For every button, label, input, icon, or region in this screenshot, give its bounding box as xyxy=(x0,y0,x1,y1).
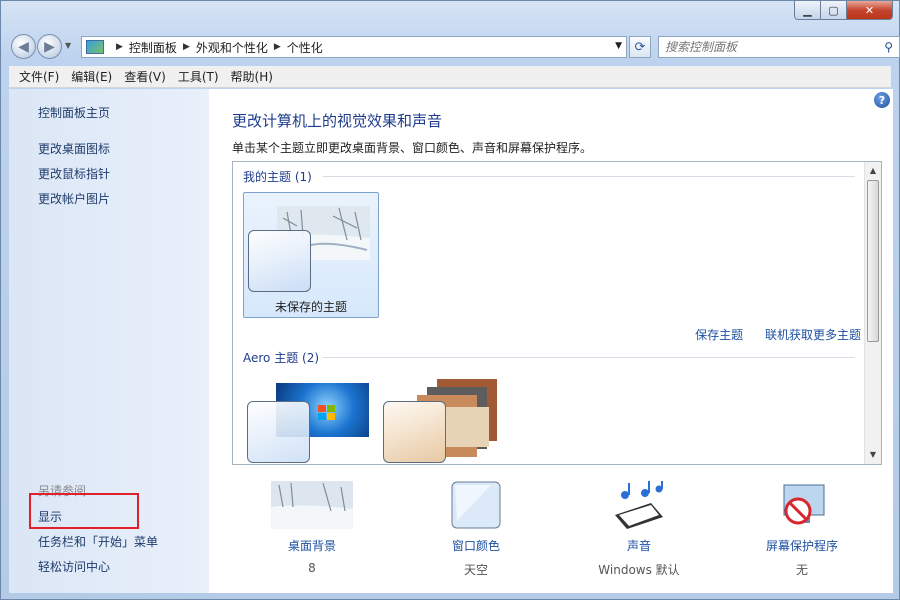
theme-tile-unsaved[interactable]: 未保存的主题 xyxy=(243,192,379,318)
chevron-right-icon[interactable]: ▶ xyxy=(274,42,281,52)
menu-view[interactable]: 查看(V) xyxy=(118,68,172,85)
theme-tile-windows7[interactable] xyxy=(243,373,379,464)
window-color-swatch xyxy=(383,401,446,463)
link-display[interactable]: 显示 xyxy=(38,508,62,525)
sounds-icon xyxy=(559,481,719,531)
link-ease-of-access[interactable]: 轻松访问中心 xyxy=(38,558,110,575)
scroll-up-icon[interactable]: ▲ xyxy=(865,163,881,179)
aero-themes-heading: Aero 主题 (2) xyxy=(243,351,320,365)
desktop-background-icon xyxy=(232,481,392,531)
control-panel-icon xyxy=(86,40,104,54)
window-color-swatch xyxy=(248,230,311,292)
chevron-right-icon[interactable]: ▶ xyxy=(183,42,190,52)
breadcrumb-control-panel[interactable]: 控制面板 xyxy=(129,39,177,56)
sounds-setting[interactable]: 声音 Windows 默认 xyxy=(559,481,719,578)
arrow-left-icon: ◀ xyxy=(18,38,29,55)
scrollbar-thumb[interactable] xyxy=(867,180,879,342)
close-button[interactable]: ✕ xyxy=(847,1,893,20)
arrow-right-icon: ▶ xyxy=(44,38,55,55)
link-change-mouse-pointers[interactable]: 更改鼠标指针 xyxy=(38,165,110,182)
setting-value: 无 xyxy=(795,563,808,577)
menu-bar: 文件(F) 编辑(E) 查看(V) 工具(T) 帮助(H) xyxy=(9,66,891,88)
window-controls: ▁ ▢ ✕ xyxy=(794,1,893,20)
my-themes-heading: 我的主题 (1) xyxy=(243,170,312,184)
setting-name[interactable]: 窗口颜色 xyxy=(396,537,556,554)
menu-help[interactable]: 帮助(H) xyxy=(225,68,279,85)
no-screensaver-icon xyxy=(783,484,825,525)
glass-swatch-icon xyxy=(451,481,501,529)
menu-file[interactable]: 文件(F) xyxy=(13,68,65,85)
link-taskbar-start-menu[interactable]: 任务栏和「开始」菜单 xyxy=(38,533,158,550)
link-control-panel-home[interactable]: 控制面板主页 xyxy=(38,104,110,121)
back-button[interactable]: ◀ xyxy=(11,34,36,59)
minimize-button[interactable]: ▁ xyxy=(794,1,821,20)
task-pane: 控制面板主页 更改桌面图标 更改鼠标指针 更改帐户图片 另请参阅 显示 任务栏和… xyxy=(9,89,209,593)
address-dropdown-icon[interactable]: ▼ xyxy=(615,41,622,51)
address-bar[interactable]: ▶ 控制面板 ▶ 外观和个性化 ▶ 个性化 ▼ xyxy=(81,36,627,58)
setting-name[interactable]: 桌面背景 xyxy=(232,537,392,554)
refresh-icon: ⟳ xyxy=(634,39,646,55)
window-color-swatch xyxy=(247,401,310,463)
help-icon[interactable]: ? xyxy=(874,92,890,108)
desktop-background-setting[interactable]: 桌面背景 8 xyxy=(232,481,392,575)
search-input[interactable] xyxy=(665,40,865,54)
scroll-down-icon[interactable]: ▼ xyxy=(865,447,881,463)
breadcrumb-appearance[interactable]: 外观和个性化 xyxy=(196,39,268,56)
page-description: 单击某个主题立即更改桌面背景、窗口颜色、声音和屏幕保护程序。 xyxy=(232,141,593,155)
explorer-window: ▁ ▢ ✕ ◀ ▶ ▼ ▶ 控制面板 ▶ 外观和个性化 ▶ 个性化 ▼ ⟳ ⚲ … xyxy=(0,0,900,600)
vertical-scrollbar[interactable]: ▲ ▼ xyxy=(864,162,881,464)
page-title: 更改计算机上的视觉效果和声音 xyxy=(232,112,443,130)
group-divider xyxy=(323,357,855,358)
search-icon[interactable]: ⚲ xyxy=(884,40,893,54)
maximize-button[interactable]: ▢ xyxy=(821,1,847,20)
screen-saver-icon xyxy=(722,481,882,531)
snow-landscape-icon xyxy=(271,481,353,529)
link-change-desktop-icons[interactable]: 更改桌面图标 xyxy=(38,140,110,157)
setting-name[interactable]: 屏幕保护程序 xyxy=(722,537,882,554)
get-more-themes-link[interactable]: 联机获取更多主题 xyxy=(765,328,861,342)
link-change-account-picture[interactable]: 更改帐户图片 xyxy=(38,190,110,207)
setting-value: 天空 xyxy=(463,563,488,577)
theme-list[interactable]: 我的主题 (1) 未保存的主题 保存主题 联机获取更多主题 Aero 主题 (2… xyxy=(232,161,882,465)
window-color-setting[interactable]: 窗口颜色 天空 xyxy=(396,481,556,578)
music-keyboard-icon xyxy=(615,481,663,529)
save-theme-link[interactable]: 保存主题 xyxy=(695,328,743,342)
refresh-button[interactable]: ⟳ xyxy=(629,36,651,58)
search-box[interactable]: ⚲ xyxy=(658,36,900,58)
main-content: ? 更改计算机上的视觉效果和声音 单击某个主题立即更改桌面背景、窗口颜色、声音和… xyxy=(209,89,893,593)
forward-button[interactable]: ▶ xyxy=(37,34,62,59)
theme-name: 未保存的主题 xyxy=(274,300,347,314)
menu-edit[interactable]: 编辑(E) xyxy=(65,68,118,85)
recent-pages-dropdown[interactable]: ▼ xyxy=(65,41,71,50)
setting-value: 8 xyxy=(308,561,316,575)
window-color-icon xyxy=(396,481,556,531)
breadcrumb-personalization[interactable]: 个性化 xyxy=(287,39,323,56)
setting-value: Windows 默认 xyxy=(598,563,680,577)
setting-name[interactable]: 声音 xyxy=(559,537,719,554)
chevron-right-icon[interactable]: ▶ xyxy=(116,42,123,52)
navigation-bar: ◀ ▶ ▼ ▶ 控制面板 ▶ 外观和个性化 ▶ 个性化 ▼ ⟳ ⚲ xyxy=(9,31,900,61)
theme-tile-architecture[interactable] xyxy=(379,373,515,464)
theme-links: 保存主题 联机获取更多主题 xyxy=(677,326,861,343)
menu-tools[interactable]: 工具(T) xyxy=(172,68,225,85)
theme-settings-bar: 桌面背景 8 窗口颜色 天空 声音 Windows 默认 屏幕保护程序 无 xyxy=(232,481,882,591)
group-divider xyxy=(323,176,855,177)
screen-saver-setting[interactable]: 屏幕保护程序 无 xyxy=(722,481,882,578)
